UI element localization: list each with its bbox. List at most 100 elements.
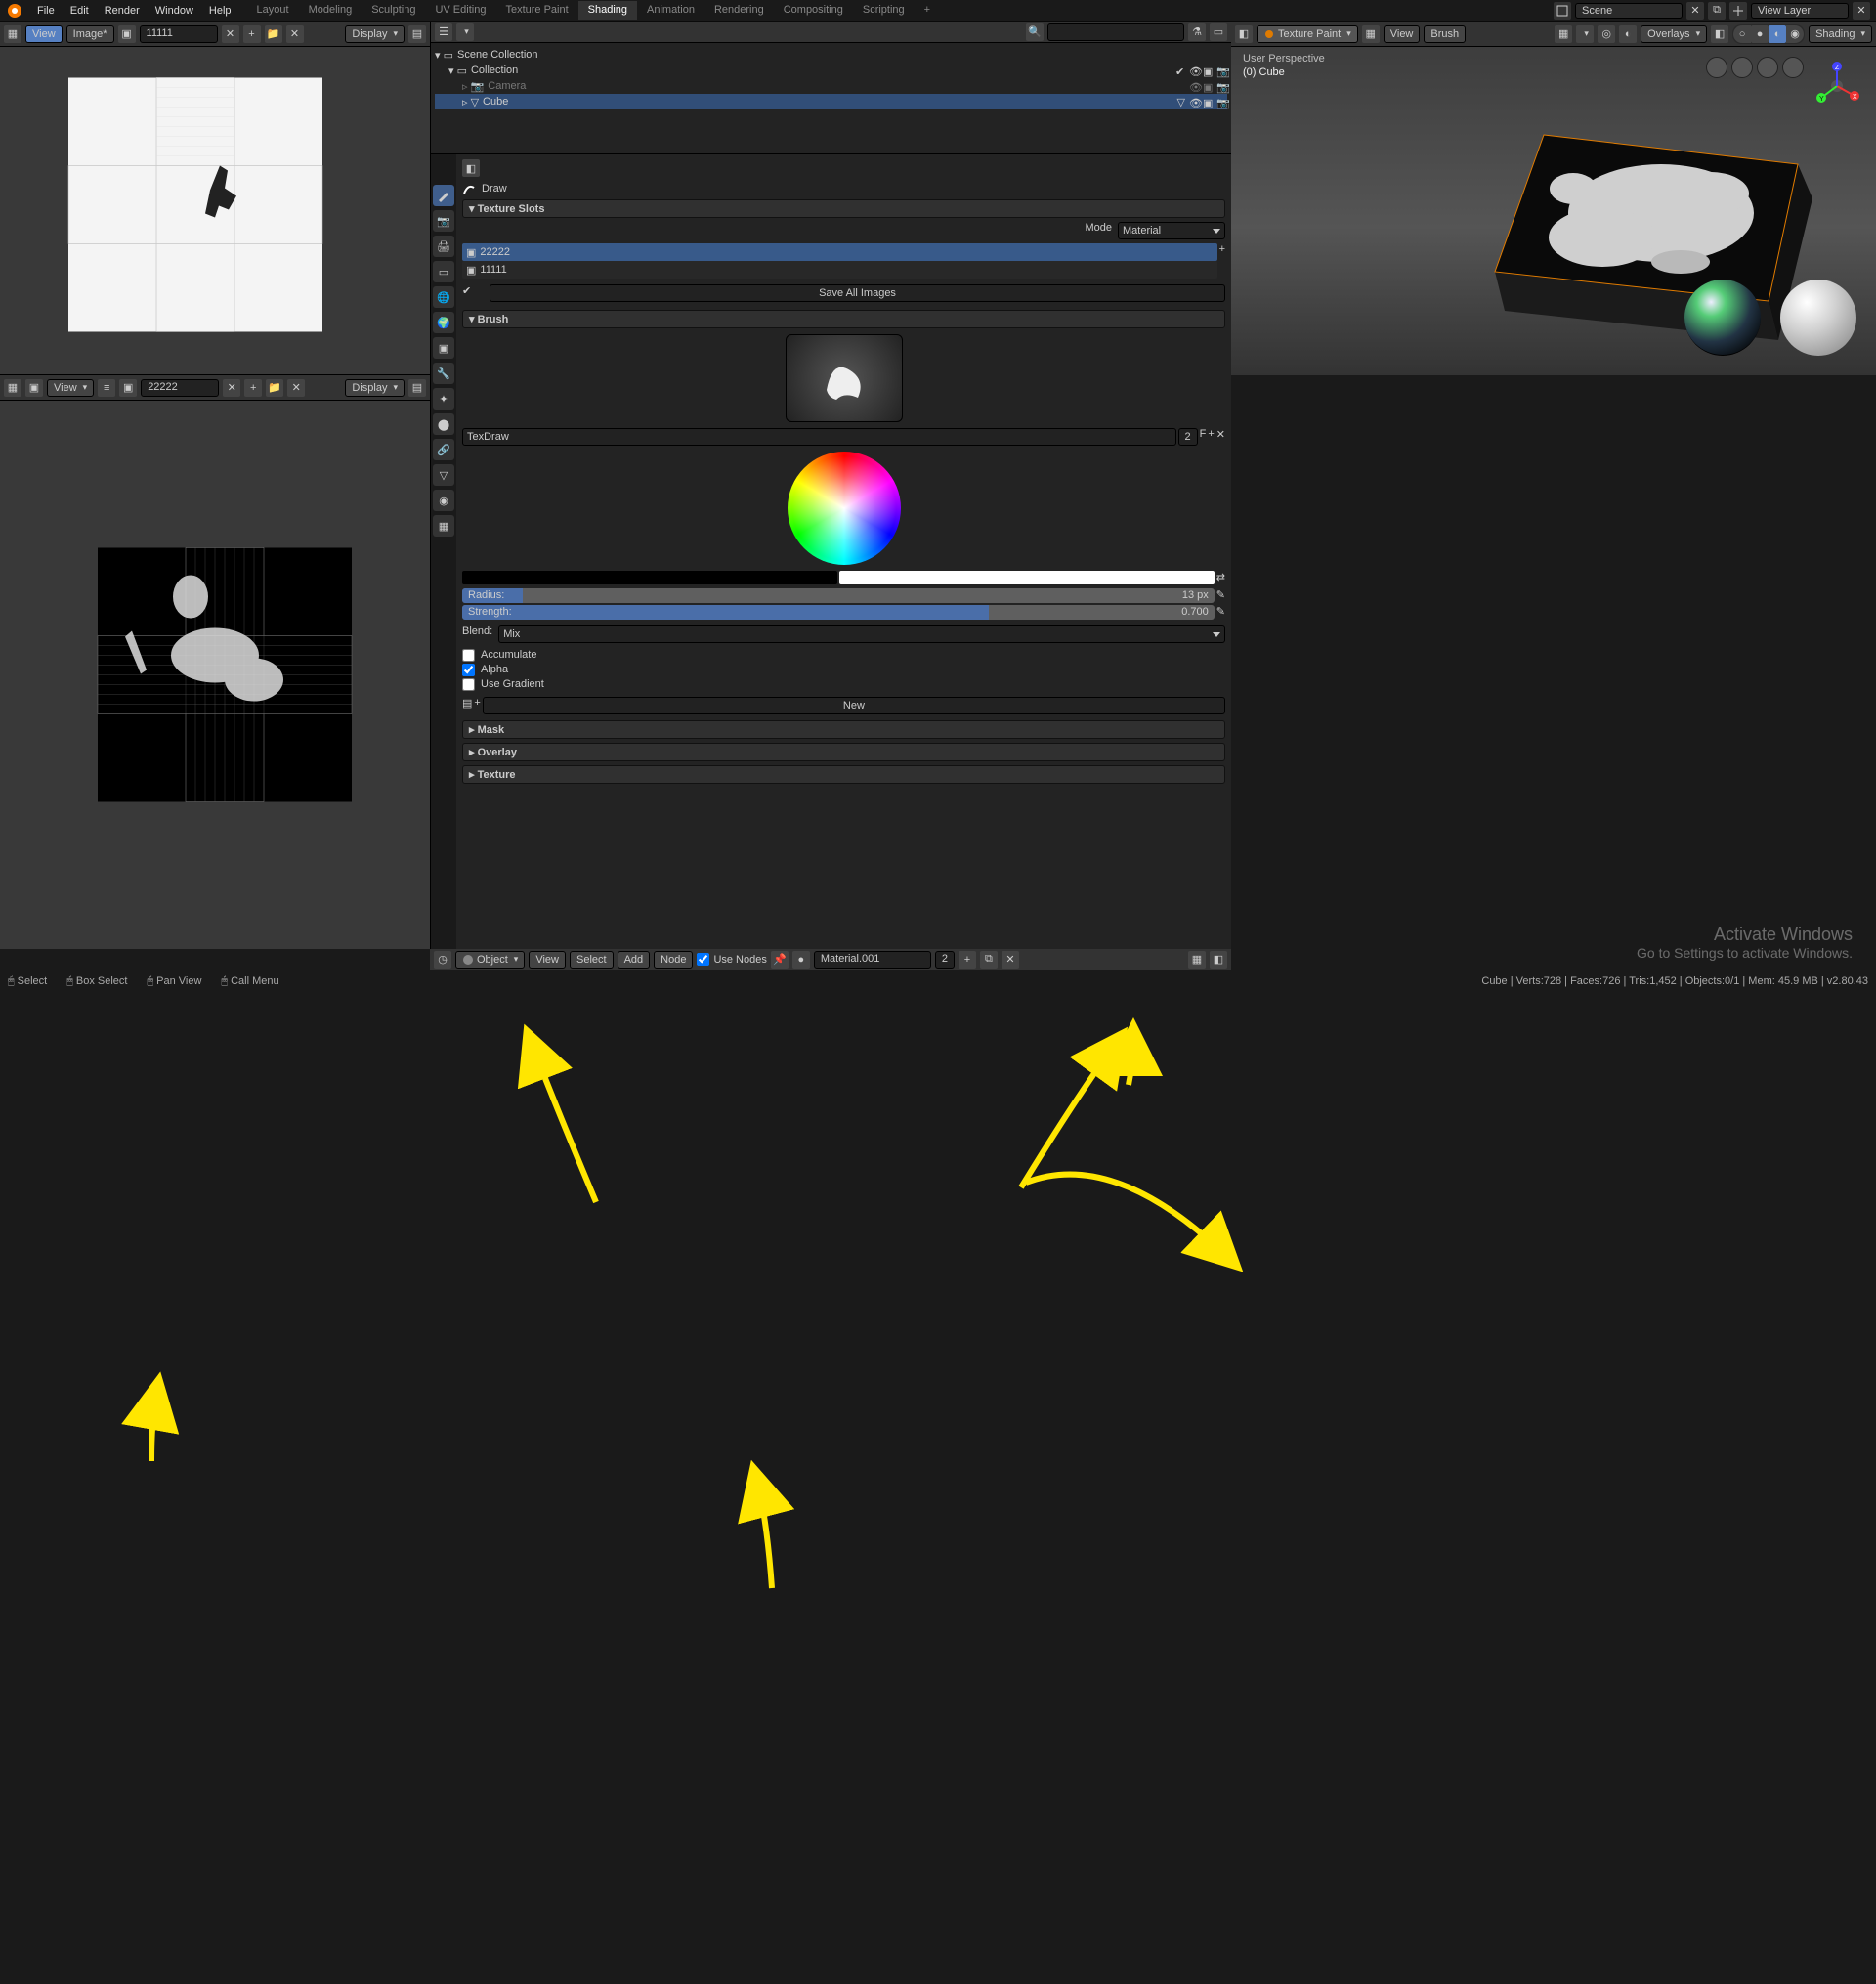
properties-tab-object[interactable]: ▣	[433, 337, 454, 359]
color-swap-icon[interactable]: ⇄	[1216, 571, 1225, 584]
viewport-shade-lookdev-icon[interactable]: ◐	[1769, 25, 1786, 43]
tab-animation[interactable]: Animation	[637, 1, 704, 20]
node-select-menu[interactable]: Select	[570, 951, 614, 969]
blend-mode-select[interactable]: Mix	[498, 625, 1225, 643]
uv-top-image-menu[interactable]: Image*	[66, 25, 114, 43]
uv-bottom-options-icon[interactable]: ≡	[98, 379, 115, 397]
viewport-snap-options[interactable]	[1576, 25, 1594, 43]
uv-top-new-button[interactable]: +	[243, 25, 261, 43]
viewport-snap-icon[interactable]: ▦	[1555, 25, 1572, 43]
brush-fake-user-icon[interactable]: F	[1200, 428, 1207, 446]
save-all-images-button[interactable]: Save All Images	[490, 284, 1225, 302]
panel-overlay[interactable]: ▸ Overlay	[462, 743, 1225, 761]
accumulate-checkbox[interactable]: Accumulate	[462, 649, 1225, 662]
menu-edit[interactable]: Edit	[63, 2, 97, 20]
outliner-type-icon[interactable]: ☰	[435, 23, 452, 41]
material-name-field[interactable]: Material.001	[814, 951, 931, 969]
tab-rendering[interactable]: Rendering	[704, 1, 774, 20]
viewport-xray-icon[interactable]: ◧	[1711, 25, 1728, 43]
panel-texture[interactable]: ▸ Texture	[462, 765, 1225, 784]
uv-top-delete-button[interactable]: ✕	[286, 25, 304, 43]
texture-slot-22222[interactable]: ▣22222	[462, 243, 1217, 261]
uv-bottom-image-browse-icon[interactable]: ▣	[119, 379, 137, 397]
viewport-gizmo-toggle-icon[interactable]: ◐	[1619, 25, 1637, 43]
properties-tab-render[interactable]: 📷	[433, 210, 454, 232]
menu-help[interactable]: Help	[201, 2, 239, 20]
viewport-mode-select[interactable]: Texture Paint	[1257, 25, 1358, 43]
radius-pressure-icon[interactable]: ✎	[1216, 588, 1225, 603]
panel-mask[interactable]: ▸ Mask	[462, 720, 1225, 739]
brush-users[interactable]: 2	[1178, 428, 1198, 446]
properties-tab-output[interactable]: 🖨	[433, 236, 454, 257]
outliner-collection[interactable]: ▾ ▭Collection ✔👁▣📷	[435, 63, 1227, 78]
outliner-camera[interactable]: ▹ 📷Camera 👁▣📷	[435, 78, 1227, 94]
tab-modeling[interactable]: Modeling	[299, 1, 362, 20]
uv-bottom-canvas[interactable]	[0, 401, 430, 949]
outliner-new-collection-icon[interactable]: ▭	[1210, 23, 1227, 41]
texture-slots-mode-select[interactable]: Material	[1118, 222, 1225, 239]
properties-tab-modifier[interactable]: 🔧	[433, 363, 454, 384]
uv-top-view-button[interactable]: View	[25, 25, 63, 43]
node-snap-icon[interactable]: ▦	[1188, 951, 1206, 969]
viewport-shade-wire-icon[interactable]: ○	[1733, 25, 1751, 43]
hdri-sphere-icon[interactable]	[1684, 280, 1761, 356]
properties-tab-texture[interactable]: ▦	[433, 515, 454, 537]
viewport-toggle-toolbar-icon[interactable]: ▦	[1362, 25, 1380, 43]
shading-preview-spheres[interactable]	[1684, 280, 1856, 356]
viewlayer-name-field[interactable]: View Layer	[1751, 3, 1849, 19]
panel-brush[interactable]: ▾ Brush	[462, 310, 1225, 328]
material-browse-icon[interactable]: ●	[792, 951, 810, 969]
properties-tab-material[interactable]: ◉	[433, 490, 454, 511]
uv-top-open-button[interactable]: 📁	[265, 25, 282, 43]
color-secondary-swatch[interactable]	[839, 571, 1215, 584]
viewport-shade-rendered-icon[interactable]: ◉	[1786, 25, 1804, 43]
properties-tab-world[interactable]: 🌍	[433, 312, 454, 333]
uv-bottom-overlay-icon[interactable]: ▤	[408, 379, 426, 397]
matte-sphere-icon[interactable]	[1780, 280, 1856, 356]
node-overlay-icon[interactable]: ◧	[1210, 951, 1227, 969]
viewport-proportional-icon[interactable]: ◎	[1598, 25, 1615, 43]
outliner-cube[interactable]: ▹ ▽Cube▽ 👁▣📷	[435, 94, 1227, 109]
viewport-move-icon[interactable]	[1731, 57, 1753, 78]
material-unlink-icon[interactable]: ✕	[1002, 951, 1019, 969]
uv-bottom-editor-type-icon[interactable]: ▦	[4, 379, 21, 397]
menu-window[interactable]: Window	[148, 2, 201, 20]
color-wheel[interactable]	[788, 452, 901, 565]
properties-tab-active-tool[interactable]	[433, 185, 454, 206]
scene-browse-icon[interactable]	[1554, 2, 1571, 20]
tab-compositing[interactable]: Compositing	[774, 1, 853, 20]
save-images-check-icon[interactable]: ✔	[462, 284, 486, 302]
color-primary-swatch[interactable]	[462, 571, 837, 584]
node-view-menu[interactable]: View	[529, 951, 566, 969]
use-gradient-checkbox[interactable]: Use Gradient	[462, 678, 1225, 691]
use-nodes-input[interactable]	[697, 953, 709, 966]
properties-tab-data[interactable]: ▽	[433, 464, 454, 486]
texture-slot-11111[interactable]: ▣11111	[462, 261, 1217, 279]
uv-bottom-new-button[interactable]: +	[244, 379, 262, 397]
viewport-view-menu[interactable]: View	[1384, 25, 1421, 43]
tab-scripting[interactable]: Scripting	[853, 1, 915, 20]
viewport-editor-type-icon[interactable]: ◧	[1235, 25, 1253, 43]
properties-tab-particle[interactable]: ✦	[433, 388, 454, 410]
alpha-checkbox[interactable]: Alpha	[462, 664, 1225, 676]
uv-bottom-unlink-button[interactable]: ✕	[223, 379, 240, 397]
uv-top-unlink-button[interactable]: ✕	[222, 25, 239, 43]
viewport-shade-solid-icon[interactable]: ●	[1751, 25, 1769, 43]
texture-slot-add-button[interactable]: +	[1219, 243, 1225, 279]
scene-new-button[interactable]: ✕	[1686, 2, 1704, 20]
viewport-shading-popover[interactable]: Shading	[1809, 25, 1872, 43]
outliner-filter-icon[interactable]: ⚗	[1188, 23, 1206, 41]
panel-texture-slots[interactable]: ▾ Texture Slots	[462, 199, 1225, 218]
uv-bottom-image-name-field[interactable]: 22222	[141, 379, 219, 397]
brush-name-field[interactable]: TexDraw	[462, 428, 1176, 446]
scene-copy-button[interactable]: ⧉	[1708, 2, 1726, 20]
material-copy-icon[interactable]: ⧉	[980, 951, 998, 969]
uv-top-display-menu[interactable]: Display	[345, 25, 405, 43]
viewlayer-browse-icon[interactable]	[1729, 2, 1747, 20]
viewport-canvas[interactable]: User Perspective (0) Cube X Y Z	[1231, 47, 1876, 375]
palette-type-icon[interactable]: ▤	[462, 697, 472, 714]
tab-sculpting[interactable]: Sculpting	[362, 1, 425, 20]
uv-top-options-icon[interactable]: ▤	[408, 25, 426, 43]
strength-pressure-icon[interactable]: ✎	[1216, 605, 1225, 620]
brush-new-icon[interactable]: +	[1208, 428, 1214, 446]
